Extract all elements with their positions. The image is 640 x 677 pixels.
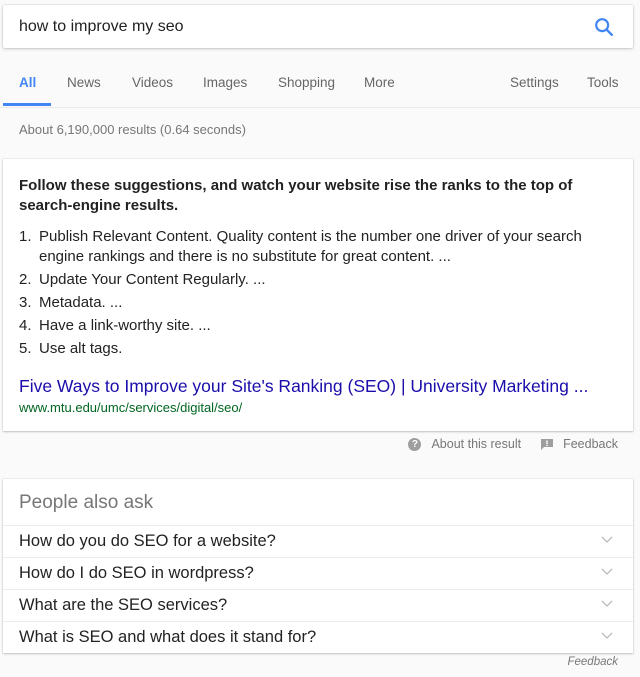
- search-box: [3, 5, 633, 48]
- tab-shopping[interactable]: Shopping: [278, 75, 335, 90]
- tab-videos[interactable]: Videos: [132, 75, 173, 90]
- tab-all[interactable]: All: [19, 75, 36, 90]
- result-title-link[interactable]: Five Ways to Improve your Site's Ranking…: [19, 376, 588, 397]
- feedback-icon: [541, 438, 554, 450]
- snippet-list-item: 3. Metadata. ...: [19, 294, 123, 311]
- snippet-list-item: 2. Update Your Content Regularly. ...: [19, 271, 266, 288]
- chevron-down-icon: [601, 632, 613, 639]
- snippet-heading: Follow these suggestions, and watch your…: [19, 177, 573, 214]
- search-tabs: All News Videos Images Shopping More Set…: [0, 66, 640, 108]
- paa-question[interactable]: How do I do SEO in wordpress?: [3, 557, 633, 589]
- active-tab-indicator: [3, 103, 51, 106]
- chevron-down-icon: [601, 536, 613, 543]
- snippet-list-item: 4. Have a link-worthy site. ...: [19, 317, 211, 334]
- search-icon[interactable]: [593, 16, 615, 38]
- paa-question[interactable]: How do you do SEO for a website?: [3, 525, 633, 557]
- featured-snippet: Follow these suggestions, and watch your…: [3, 159, 633, 431]
- chevron-down-icon: [601, 568, 613, 575]
- tab-tools[interactable]: Tools: [587, 75, 619, 90]
- snippet-list-item: 1. Publish Relevant Content. Quality cont…: [19, 228, 582, 265]
- search-input[interactable]: [19, 5, 579, 48]
- tab-news[interactable]: News: [67, 75, 101, 90]
- help-icon: ?: [408, 437, 422, 451]
- paa-question[interactable]: What are the SEO services?: [3, 589, 633, 621]
- result-url: www.mtu.edu/umc/services/digital/seo/: [19, 400, 243, 415]
- snippet-feedback-button[interactable]: Feedback: [541, 437, 618, 451]
- snippet-footer: ? About this result Feedback: [408, 436, 618, 452]
- tab-settings[interactable]: Settings: [510, 75, 559, 90]
- people-also-ask: People also ask How do you do SEO for a …: [3, 479, 633, 653]
- chevron-down-icon: [601, 600, 613, 607]
- paa-question[interactable]: What is SEO and what does it stand for?: [3, 621, 633, 653]
- paa-title: People also ask: [19, 492, 154, 513]
- tab-more[interactable]: More: [364, 75, 395, 90]
- tab-images[interactable]: Images: [203, 75, 247, 90]
- about-this-result-button[interactable]: ? About this result: [408, 437, 521, 451]
- snippet-list: 1. Publish Relevant Content. Quality cont…: [19, 227, 619, 362]
- paa-feedback-link[interactable]: Feedback: [567, 656, 618, 668]
- result-stats: About 6,190,000 results (0.64 seconds): [19, 122, 246, 137]
- snippet-list-item: 5. Use alt tags.: [19, 340, 123, 357]
